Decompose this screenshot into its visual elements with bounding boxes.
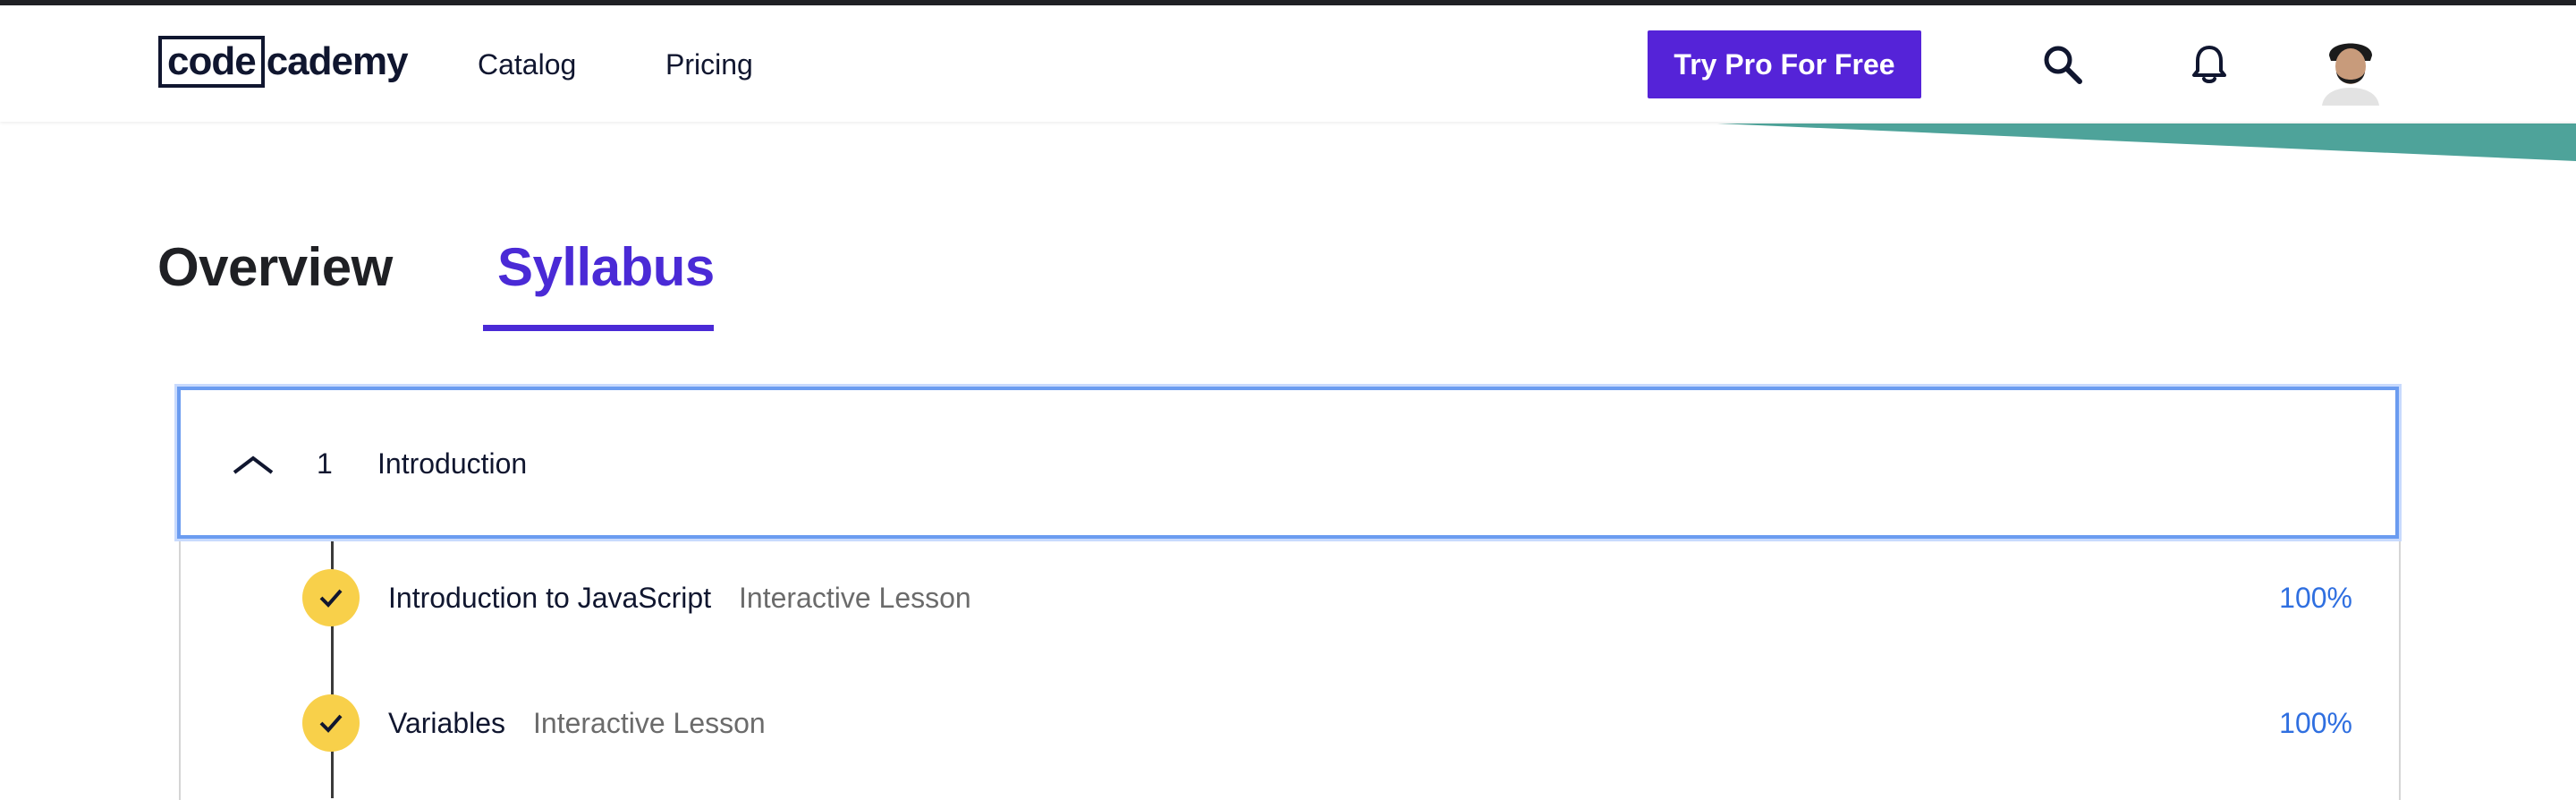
decorative-band: [1717, 123, 2576, 161]
codecademy-logo[interactable]: code cademy: [158, 35, 409, 89]
lesson-item[interactable]: Variables Interactive Lesson 100%: [0, 687, 2576, 759]
lesson-type: Interactive Lesson: [739, 582, 971, 614]
completed-check-icon: [302, 694, 360, 752]
lesson-title[interactable]: Variables: [388, 707, 505, 740]
notifications-button[interactable]: [2182, 38, 2236, 91]
lesson-item[interactable]: Introduction to JavaScript Interactive L…: [0, 562, 2576, 634]
nav-pricing[interactable]: Pricing: [665, 48, 753, 81]
tab-syllabus[interactable]: Syllabus: [497, 236, 715, 298]
module-title: Introduction: [377, 447, 528, 480]
user-avatar[interactable]: [2317, 30, 2385, 106]
lesson-progress: 100%: [2279, 707, 2352, 739]
bell-icon: [2192, 46, 2226, 83]
active-tab-indicator: [483, 325, 714, 331]
lesson-type: Interactive Lesson: [533, 707, 766, 739]
chevron-up-icon[interactable]: [231, 447, 275, 478]
tab-overview[interactable]: Overview: [157, 236, 393, 298]
search-button[interactable]: [2036, 38, 2089, 91]
logo-text: cademy: [266, 39, 409, 83]
lesson-progress: 100%: [2279, 582, 2352, 614]
completed-check-icon: [302, 569, 360, 626]
module-number: 1: [317, 447, 333, 480]
try-pro-button[interactable]: Try Pro For Free: [1648, 30, 1921, 98]
search-icon: [2044, 46, 2082, 84]
lesson-title[interactable]: Introduction to JavaScript: [388, 582, 711, 615]
nav-catalog[interactable]: Catalog: [478, 48, 576, 81]
site-header: code cademy Catalog Pricing Try Pro For F…: [0, 5, 2576, 122]
logo-boxed-text: code: [158, 36, 265, 88]
